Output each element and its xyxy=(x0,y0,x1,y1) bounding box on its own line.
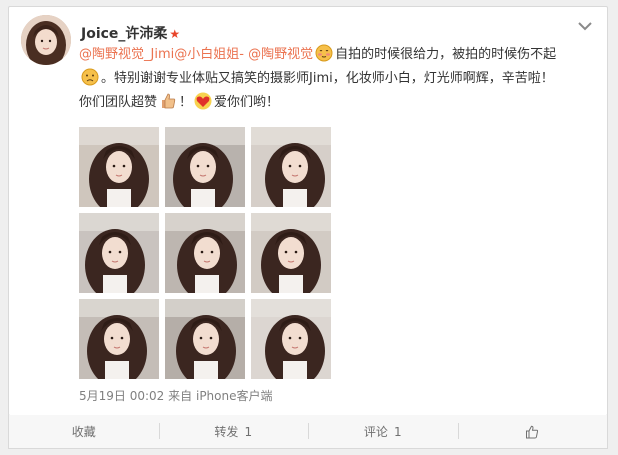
post-text: @陶野视觉_Jimi@小白姐姐- @陶野视觉 自拍的时候很给力，被拍的时候伤不起。… xyxy=(79,43,599,115)
photo-thumbnail[interactable] xyxy=(165,213,245,293)
repost-count: 1 xyxy=(244,424,253,439)
post-text-segment: ！ xyxy=(179,95,193,110)
blushing-face-emoji xyxy=(315,44,333,62)
photo-thumbnail[interactable] xyxy=(79,213,159,293)
repost-label: 转发 xyxy=(214,425,239,439)
favorite-button[interactable]: 收藏 xyxy=(9,415,159,448)
like-button[interactable] xyxy=(457,415,608,448)
photo-thumbnail[interactable] xyxy=(251,127,331,207)
comment-count: 1 xyxy=(393,424,402,439)
photo-thumbnail[interactable] xyxy=(79,299,159,379)
post-actions-bar: 收藏 转发 1 评论 1 xyxy=(8,415,608,449)
photo-thumbnail[interactable] xyxy=(79,127,159,207)
chevron-down-icon[interactable] xyxy=(577,17,593,31)
vip-star-icon: ★ xyxy=(169,27,181,41)
frowning-face-emoji xyxy=(81,68,99,86)
user-avatar[interactable] xyxy=(21,15,71,65)
post-text-segment: 。特别谢谢专业体贴又搞笑的摄影师Jimi，化妆师小白，灯光师啊辉，辛苦啦！ xyxy=(101,71,554,86)
photo-thumbnail[interactable] xyxy=(165,299,245,379)
photo-grid xyxy=(79,127,334,379)
favorite-label: 收藏 xyxy=(71,425,96,439)
mention-link[interactable]: @陶野视觉_Jimi xyxy=(79,47,174,62)
repost-button[interactable]: 转发 1 xyxy=(158,415,309,448)
thumbs-up-icon xyxy=(525,425,539,439)
thumbs-up-emoji xyxy=(159,92,177,110)
photo-thumbnail[interactable] xyxy=(165,127,245,207)
post-text-segment: 自拍的时候很给力，被拍的时候伤不起 xyxy=(335,47,557,62)
username[interactable]: Joice_许沛柔 ★ xyxy=(81,23,180,43)
username-text[interactable]: Joice_许沛柔 xyxy=(81,26,167,42)
mention-link[interactable]: @小白姐姐- xyxy=(174,47,244,62)
post-date[interactable]: 5月19日 00:02 xyxy=(79,389,164,403)
post-meta: 5月19日 00:02 来自 iPhone客户端 xyxy=(79,387,273,404)
comment-button[interactable]: 评论 1 xyxy=(308,415,458,448)
photo-thumbnail[interactable] xyxy=(251,213,331,293)
post-text-segment: 你们团队超赞 xyxy=(79,95,158,110)
comment-label: 评论 xyxy=(363,425,388,439)
from-label: 来自 xyxy=(168,389,193,403)
mention-link[interactable]: @陶野视觉 xyxy=(248,47,313,62)
weibo-post-card: Joice_许沛柔 ★ @陶野视觉_Jimi@小白姐姐- @陶野视觉 自拍的时候很给… xyxy=(8,6,608,416)
heart-emoji xyxy=(194,92,212,110)
post-text-segment: 爱你们哟！ xyxy=(214,95,280,110)
post-source[interactable]: iPhone客户端 xyxy=(196,389,273,403)
photo-thumbnail[interactable] xyxy=(251,299,331,379)
